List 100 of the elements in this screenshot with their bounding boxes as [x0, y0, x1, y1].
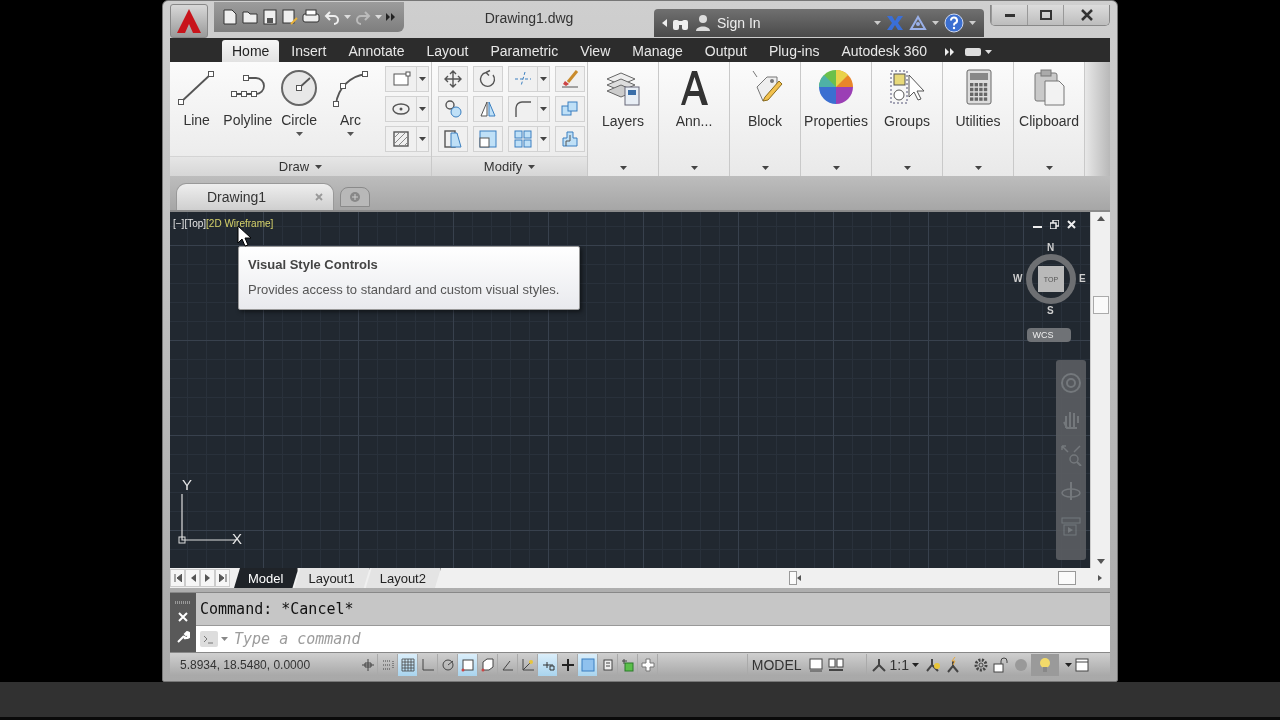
- ortho-icon: [420, 657, 435, 672]
- ribbon-tab[interactable]: Plug-ins: [758, 40, 830, 62]
- ribbon-tab[interactable]: Autodesk 360: [831, 40, 938, 62]
- draw-tool-button[interactable]: Arc: [325, 66, 375, 152]
- undo-button[interactable]: [324, 8, 340, 25]
- close-button[interactable]: [1063, 5, 1109, 25]
- model-space-button[interactable]: MODEL: [746, 653, 806, 676]
- recent-commands-button[interactable]: [200, 631, 228, 647]
- new-button[interactable]: [222, 8, 238, 25]
- sheet-tab[interactable]: Layout2: [365, 568, 441, 588]
- save-button[interactable]: [262, 8, 278, 25]
- status-toggle[interactable]: [398, 653, 418, 676]
- draw-tool-button[interactable]: Circle: [274, 66, 324, 152]
- isolate-objects-button[interactable]: [1031, 653, 1059, 676]
- ribbon-tab[interactable]: Layout: [416, 40, 479, 62]
- panel-label: Groups: [884, 113, 930, 129]
- annotation-bolt-icon: [945, 656, 961, 673]
- grid-icon: [400, 657, 415, 672]
- grip-icon: [175, 601, 191, 604]
- status-toggle[interactable]: [538, 653, 558, 676]
- ribbon-panel-button[interactable]: Clipboard: [1014, 62, 1084, 176]
- infer-icon: [380, 657, 395, 672]
- up-arrow-icon: [1096, 216, 1105, 221]
- modify-tool-button[interactable]: [473, 126, 503, 152]
- ribbon-tab[interactable]: Parametric: [480, 40, 569, 62]
- selection-icon: [620, 657, 635, 672]
- caret-icon: [419, 137, 426, 141]
- draw-split-button[interactable]: [385, 126, 429, 152]
- command-input[interactable]: Type a command: [232, 629, 1110, 649]
- modify-tool-button[interactable]: [473, 66, 503, 92]
- draw-split-button[interactable]: [385, 66, 429, 92]
- caret-icon: [346, 132, 354, 136]
- ribbon-tab[interactable]: Output: [694, 40, 757, 62]
- caret-icon: [540, 107, 547, 111]
- window-title: Drawing1.dwg: [483, 9, 575, 26]
- ribbon-display-button[interactable]: [965, 48, 993, 56]
- new-file-icon: [222, 8, 238, 25]
- caret-icon: [619, 166, 627, 170]
- modify-tool-button[interactable]: [438, 126, 468, 152]
- modify-tool-button[interactable]: [508, 96, 550, 122]
- ribbon-panel-button[interactable]: Groups: [872, 62, 942, 176]
- two-panes-icon: [827, 657, 844, 672]
- save-as-button[interactable]: [282, 8, 298, 25]
- ribbon-tab[interactable]: View: [570, 40, 621, 62]
- ribbon-panel-button[interactable]: Ann...: [659, 62, 729, 176]
- last-layout-button[interactable]: [215, 569, 230, 587]
- printer-icon: [302, 8, 320, 25]
- maximize-button[interactable]: [1027, 5, 1063, 25]
- panel-title[interactable]: Modify: [432, 156, 587, 176]
- caret-icon: [344, 14, 351, 19]
- panel-label: Layers: [602, 113, 644, 129]
- ucs-menu-button[interactable]: WCS: [1027, 328, 1071, 342]
- minimize-button[interactable]: [991, 5, 1027, 25]
- panel-title[interactable]: Draw: [170, 156, 431, 176]
- ribbon-panel-button[interactable]: Layers: [588, 62, 658, 176]
- caret-icon: [1065, 662, 1072, 667]
- caret-icon: [221, 637, 228, 641]
- minimize-icon: [1004, 13, 1015, 17]
- ribbon-tab[interactable]: Manage: [622, 40, 693, 62]
- viewport-control[interactable]: [Top]: [184, 218, 207, 229]
- draw-tool-button[interactable]: Polyline: [223, 66, 273, 152]
- modify-tool-button[interactable]: [473, 96, 503, 122]
- draw-tool-button[interactable]: Line: [172, 66, 222, 152]
- modify-tool-button[interactable]: [508, 126, 550, 152]
- open-button[interactable]: [242, 8, 258, 25]
- scroll-thumb[interactable]: [1092, 296, 1109, 314]
- color-wheel-icon: [816, 67, 856, 107]
- scroll-thumb[interactable]: [788, 571, 797, 585]
- modify-tool-button[interactable]: [438, 96, 468, 122]
- ribbon-tab[interactable]: Insert: [281, 40, 337, 62]
- plot-button[interactable]: [302, 8, 320, 25]
- annotation-scale-button[interactable]: 1:1: [865, 653, 923, 676]
- sheet-tab[interactable]: Layout1: [294, 568, 370, 588]
- ribbon-panel-button[interactable]: Utilities: [943, 62, 1013, 176]
- status-toggle[interactable]: [458, 653, 478, 676]
- draw-split-button[interactable]: [385, 96, 429, 122]
- last-icon: [218, 574, 227, 582]
- ribbon-panel-button[interactable]: Properties: [801, 62, 871, 176]
- status-toggle[interactable]: [578, 653, 598, 676]
- more-tools-button[interactable]: [386, 12, 396, 21]
- tooltip-title: Visual Style Controls: [248, 257, 379, 272]
- more-tabs-button[interactable]: [945, 48, 956, 56]
- ribbon-tab[interactable]: Annotate: [338, 40, 415, 62]
- layout-icon: [808, 657, 823, 672]
- application-menu-button[interactable]: [170, 3, 208, 38]
- ribbon-tab[interactable]: Home: [222, 40, 280, 62]
- stretch-icon: [443, 129, 463, 149]
- tool-label: Polyline: [223, 112, 273, 128]
- viewport-control[interactable]: [2D Wireframe]: [206, 218, 274, 229]
- vertical-scrollbar[interactable]: [1090, 212, 1110, 568]
- first-layout-button[interactable]: [170, 569, 185, 587]
- file-tab[interactable]: Drawing1: [176, 183, 334, 210]
- viewport-control[interactable]: [−]: [173, 218, 185, 229]
- status-toggle[interactable]: [638, 653, 658, 676]
- sheet-tab[interactable]: Model: [234, 568, 299, 588]
- modify-tool-button[interactable]: [438, 66, 468, 92]
- next-layout-button[interactable]: [200, 569, 215, 587]
- previous-layout-button[interactable]: [185, 569, 200, 587]
- scroll-thumb[interactable]: [1058, 571, 1076, 585]
- ribbon-panel-button[interactable]: Block: [730, 62, 800, 176]
